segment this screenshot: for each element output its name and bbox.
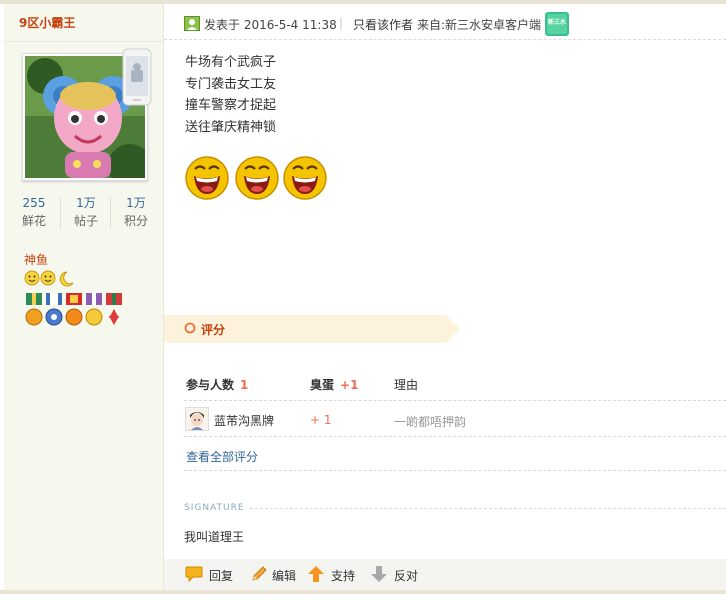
post-line: 撞车警察才捉起 — [185, 98, 277, 113]
oppose-label: 反对 — [394, 569, 419, 583]
stat-posts-value: 1万 — [76, 196, 96, 210]
post-line: 专门袭击女工友 — [185, 76, 277, 92]
stat-points-label: 积分 — [123, 214, 148, 228]
edit-label: 编辑 — [272, 569, 297, 583]
support-label: 支持 — [331, 569, 356, 583]
rating-circle-icon — [184, 322, 196, 334]
android-phone-icon — [122, 48, 152, 106]
medal-icon — [85, 293, 103, 326]
post-line: 送往肇庆精神锁 — [185, 119, 277, 135]
medal-icon — [65, 293, 83, 326]
egg-label: 臭蛋 — [310, 378, 335, 392]
rating-divider — [184, 436, 726, 437]
participants-label: 参与人数 — [186, 378, 235, 392]
rater-score: + 1 — [310, 413, 332, 427]
view-all-ratings-link[interactable]: 查看全部评分 — [186, 448, 258, 465]
rating-egg-header: 臭蛋 +1 — [310, 376, 358, 393]
post-timestamp: 2016-5-4 11:38 — [243, 18, 337, 32]
stat-flowers-label: 鲜花 — [21, 214, 46, 228]
post-actions-bar — [164, 559, 726, 590]
stat-points[interactable]: 1万 积分 — [112, 195, 160, 229]
meta-separator: | — [339, 16, 344, 30]
speech-bubble-icon — [185, 566, 203, 583]
arrow-up-icon — [308, 566, 324, 582]
level-icons — [24, 270, 74, 287]
emoji-row — [185, 156, 327, 200]
sun-level-icon — [24, 270, 40, 286]
rater-reason: 一啲都唔押韵 — [394, 415, 467, 429]
rater-avatar[interactable] — [185, 407, 209, 431]
arrow-down-icon — [371, 566, 387, 582]
stat-posts[interactable]: 1万 帖子 — [62, 195, 110, 229]
rating-participants-header: 参与人数 1 — [186, 376, 248, 393]
reply-label: 回复 — [209, 569, 234, 583]
laughing-emoji-icon — [185, 156, 229, 200]
post-line: 牛场有个武疯子 — [185, 55, 277, 70]
medals — [25, 293, 122, 326]
user-group-link[interactable]: 神鱼 — [24, 251, 48, 268]
rating-divider — [184, 470, 726, 471]
user-stats: 255 鲜花 1万 帖子 1万 积分 — [10, 195, 160, 233]
laughing-emoji-icon — [283, 156, 327, 200]
medal-icon — [45, 293, 63, 326]
signature-text: 我叫道理王 — [184, 530, 245, 544]
reason-header: 理由 — [394, 378, 419, 392]
moon-level-icon — [59, 271, 74, 287]
egg-count: +1 — [340, 378, 359, 392]
app-logo-text: 新三水 — [547, 19, 566, 26]
header-divider — [164, 39, 726, 40]
medal-icon — [106, 293, 122, 325]
username-link[interactable]: 9区小霸王 — [19, 14, 75, 31]
medal-icon — [25, 293, 43, 326]
stat-flowers[interactable]: 255 鲜花 — [10, 195, 58, 229]
posted-prefix: 发表于 — [204, 18, 241, 32]
pencil-icon — [252, 566, 267, 581]
stat-posts-label: 帖子 — [73, 214, 98, 228]
stat-divider — [110, 197, 111, 229]
author-only-link[interactable]: 只看该作者 — [353, 16, 413, 33]
participants-count: 1 — [240, 378, 249, 392]
laughing-emoji-icon — [235, 156, 279, 200]
rater-avatar-image — [186, 408, 208, 430]
signature-divider — [250, 508, 726, 509]
sun-level-icon — [40, 270, 56, 286]
user-sidebar: 9区小霸王 255 鲜花 1万 帖子 1万 积分 神鱼 — [4, 4, 164, 590]
rating-divider — [184, 400, 726, 401]
stat-points-value: 1万 — [126, 196, 146, 210]
signature-label: SIGNATURE — [184, 503, 245, 513]
client-app-icon[interactable]: 新三水 — [545, 12, 569, 36]
user-icon — [184, 16, 200, 31]
rating-title: 评分 — [201, 323, 226, 337]
stat-divider — [60, 197, 61, 229]
bottom-border — [0, 590, 726, 594]
sidebar-divider — [4, 41, 163, 42]
stat-flowers-value: 255 — [22, 196, 46, 210]
post-source: 来自:新三水安卓客户端 — [417, 18, 542, 32]
rater-name-link[interactable]: 蓝芾沟黑牌 — [214, 412, 274, 429]
post-content: 牛场有个武疯子 专门袭击女工友 撞车警察才捉起 送往肇庆精神锁 — [185, 52, 276, 138]
